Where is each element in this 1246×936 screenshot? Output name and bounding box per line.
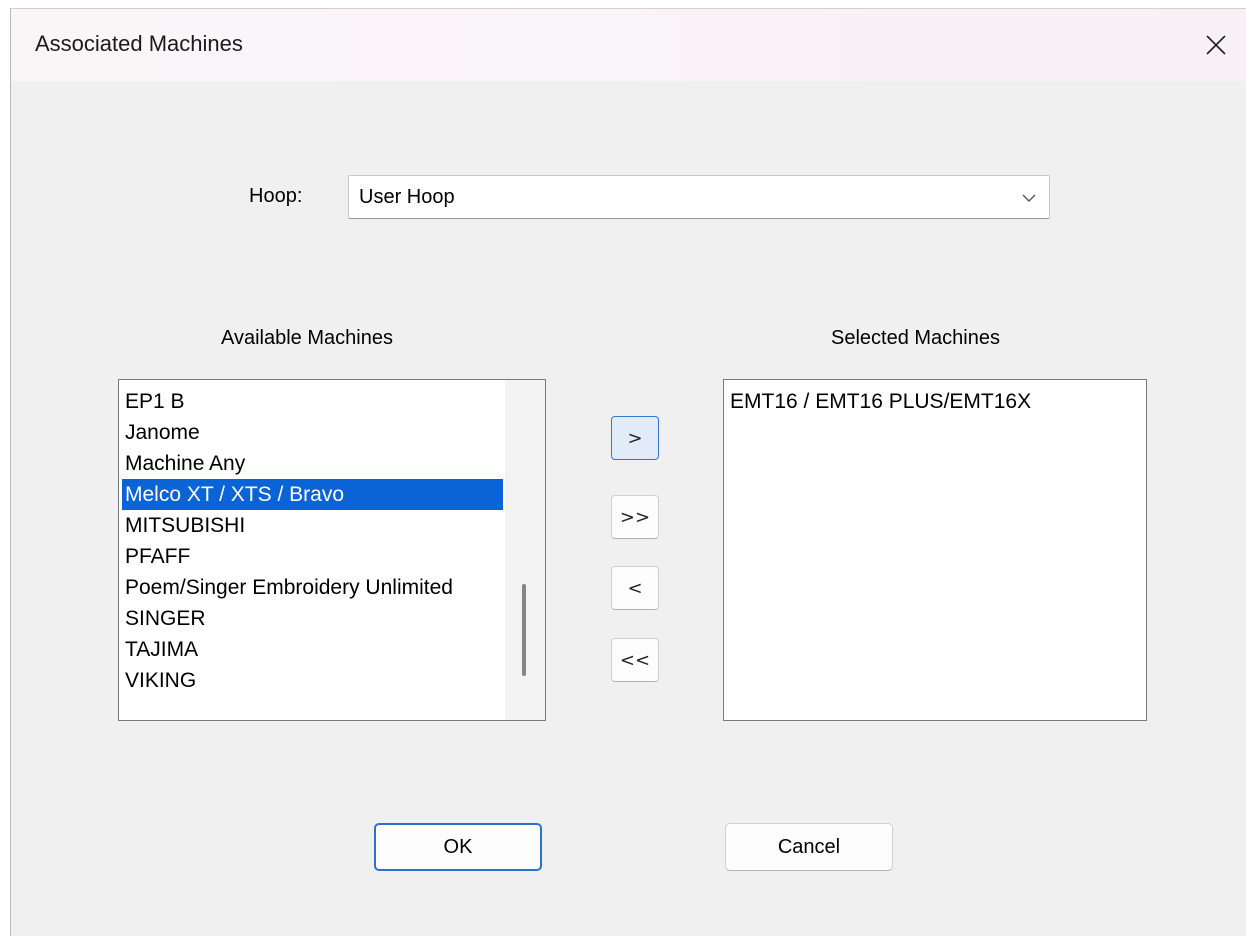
available-machines-list[interactable]: EP1 B Janome Machine Any Melco XT / XTS / B… xyxy=(118,379,546,721)
list-item[interactable]: Machine Any xyxy=(122,448,503,479)
available-machines-items: EP1 B Janome Machine Any Melco XT / XTS / B… xyxy=(122,386,503,696)
cancel-button[interactable]: Cancel xyxy=(725,823,893,871)
selected-machines-heading: Selected Machines xyxy=(831,327,1000,349)
list-item[interactable]: Poem/Singer Embroidery Unlimited xyxy=(122,572,503,603)
ok-button[interactable]: OK xyxy=(374,823,542,871)
list-item[interactable]: MITSUBISHI xyxy=(122,510,503,541)
remove-button[interactable]: < xyxy=(611,566,659,610)
hoop-dropdown-value: User Hoop xyxy=(359,186,455,208)
add-all-button[interactable]: >> xyxy=(611,495,659,539)
selected-machines-items: EMT16 / EMT16 PLUS/EMT16X xyxy=(727,386,1143,417)
hoop-dropdown[interactable]: User Hoop xyxy=(348,175,1050,219)
associated-machines-dialog: Associated Machines Hoop: User Hoop Avai… xyxy=(10,8,1246,936)
list-item[interactable]: VIKING xyxy=(122,665,503,696)
available-machines-heading: Available Machines xyxy=(221,327,393,349)
remove-all-button[interactable]: << xyxy=(611,638,659,682)
dialog-title: Associated Machines xyxy=(35,31,243,56)
list-item[interactable]: Janome xyxy=(122,417,503,448)
title-bar: Associated Machines xyxy=(11,9,1246,81)
vertical-scrollbar[interactable] xyxy=(505,380,545,720)
list-item[interactable]: PFAFF xyxy=(122,541,503,572)
list-item[interactable]: EP1 B xyxy=(122,386,503,417)
list-item[interactable]: SINGER xyxy=(122,603,503,634)
list-item[interactable]: EMT16 / EMT16 PLUS/EMT16X xyxy=(727,386,1143,417)
add-button[interactable]: > xyxy=(611,416,659,460)
chevron-down-icon xyxy=(1022,194,1036,202)
selected-machines-list[interactable]: EMT16 / EMT16 PLUS/EMT16X xyxy=(723,379,1147,721)
scrollbar-thumb[interactable] xyxy=(522,584,526,676)
list-item[interactable]: TAJIMA xyxy=(122,634,503,665)
hoop-label: Hoop: xyxy=(249,185,303,207)
close-button[interactable] xyxy=(1186,9,1246,81)
close-icon xyxy=(1206,35,1226,55)
list-item[interactable]: Melco XT / XTS / Bravo xyxy=(122,479,503,510)
